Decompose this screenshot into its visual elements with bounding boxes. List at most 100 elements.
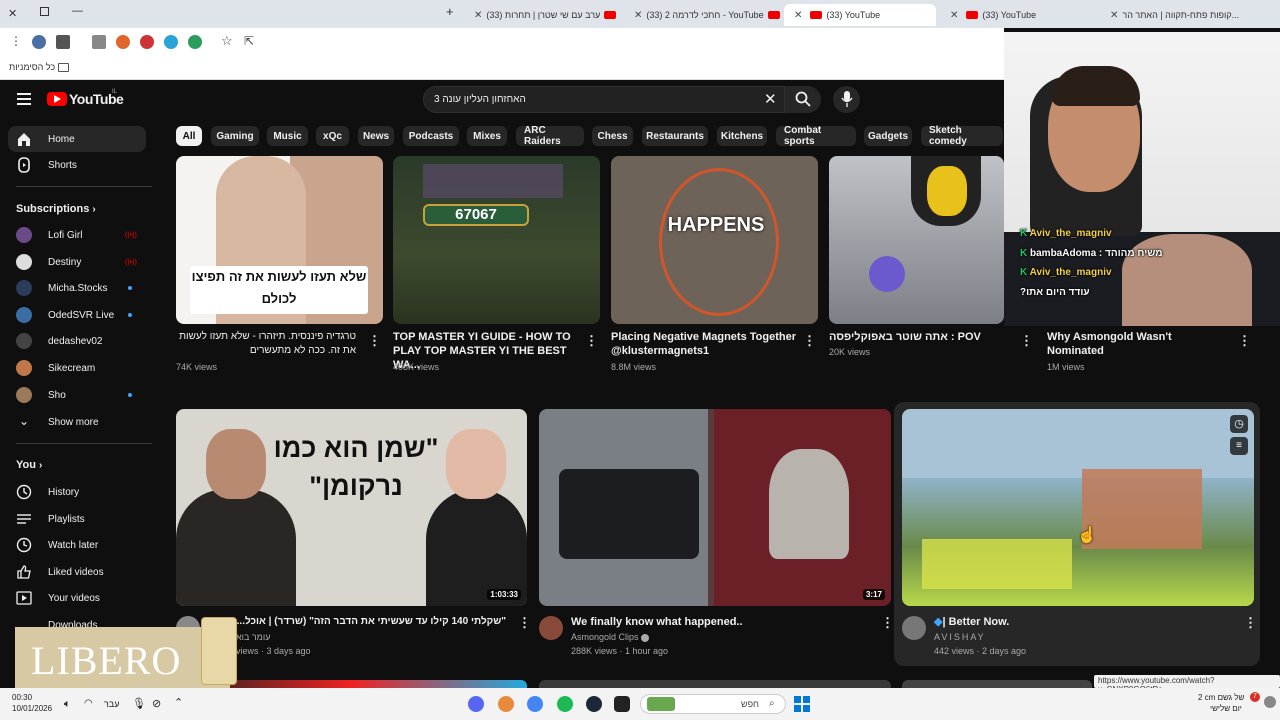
windows-start-icon[interactable] [794, 696, 810, 712]
spotify-icon[interactable] [557, 696, 573, 712]
wifi-off-icon[interactable]: ⊘ [152, 697, 161, 710]
video-thumbnail[interactable]: HAPPENS [611, 156, 818, 324]
search-input[interactable]: האחזחון העליון עונה 3 [434, 94, 526, 105]
tab-youtube-drama[interactable]: ✕ (33) חתכי לדרמה 2 - YouTube [624, 4, 780, 26]
all-bookmarks-label[interactable]: כל הסימניות [9, 62, 55, 72]
chip-podcasts[interactable]: Podcasts [403, 126, 459, 146]
watch-later-icon[interactable]: ◷ [1230, 415, 1248, 433]
more-options-icon[interactable]: ⋮ [585, 333, 598, 349]
sidebar-item-home[interactable]: Home [8, 126, 146, 152]
more-options-icon[interactable]: ⋮ [803, 333, 816, 349]
more-options-icon[interactable]: ⋮ [1244, 615, 1257, 631]
taskbar-date[interactable]: 10/01/2026 [12, 704, 52, 713]
sidebar-item-your-videos[interactable]: Your videos [0, 585, 152, 611]
chip-all[interactable]: All [176, 126, 202, 146]
chip-gaming[interactable]: Gaming [211, 126, 259, 146]
bookmark-star-icon[interactable]: ☆ [221, 33, 233, 49]
chip-restaurants[interactable]: Restaurants [642, 126, 708, 146]
video-thumbnail[interactable]: 67067 [393, 156, 600, 324]
microphone-icon[interactable]: 🎙︎ [132, 697, 146, 710]
clear-search-icon[interactable]: ✕ [764, 90, 777, 108]
terminal-icon[interactable] [614, 696, 630, 712]
chip-arc-raiders[interactable]: ARC Raiders [516, 125, 584, 147]
puzzle-icon[interactable] [92, 35, 106, 49]
steam-icon[interactable] [586, 696, 602, 712]
video-thumbnail[interactable]: ◷ ≡ [902, 409, 1254, 606]
video-title[interactable]: We finally know what happened.. [571, 615, 871, 629]
menu-dots-icon[interactable]: ⋮ [10, 34, 22, 48]
extension-icon[interactable] [140, 35, 154, 49]
tab-youtube-active[interactable]: ✕ (33) YouTube [784, 4, 936, 26]
subscriptions-heading[interactable]: Subscriptions › [16, 203, 96, 215]
discord-icon[interactable] [468, 696, 484, 712]
sidebar-item-sikecream[interactable]: Sikecream [0, 355, 152, 381]
chip-gadgets[interactable]: Gadgets [864, 126, 912, 146]
tab-youtube-2[interactable]: ✕ (33) YouTube [940, 4, 1096, 26]
chip-chess[interactable]: Chess [592, 126, 633, 146]
channel-avatar[interactable] [539, 616, 563, 640]
language-indicator[interactable]: עבר [104, 699, 119, 709]
sidebar-item-destiny[interactable]: Destiny ((•)) [0, 249, 152, 275]
weather-text[interactable]: 2 cm של גשם [1198, 693, 1244, 702]
video-title[interactable]: טרגדיה פיננסית. תיזהרו - שלא תעזו לעשות … [176, 330, 356, 358]
channel-name[interactable]: עומר בוא [236, 632, 270, 642]
sidebar-item-watch-later[interactable]: Watch later [0, 532, 152, 558]
more-options-icon[interactable]: ⋮ [881, 615, 894, 631]
close-tab-icon[interactable]: ✕ [634, 10, 642, 21]
extension-icon[interactable] [56, 35, 70, 49]
add-to-queue-icon[interactable]: ≡ [1230, 437, 1248, 455]
voice-search-button[interactable] [833, 86, 860, 113]
sidebar-item-odedsvr-live[interactable]: OdedSVR Live [0, 302, 152, 328]
channel-avatar[interactable] [902, 616, 926, 640]
chip-mixes[interactable]: Mixes [467, 126, 507, 146]
more-options-icon[interactable]: ⋮ [1020, 333, 1033, 349]
chip-combat-sports[interactable]: Combat sports [776, 125, 856, 147]
hamburger-menu-icon[interactable] [17, 93, 31, 105]
video-title[interactable]: ◆| Better Now. [934, 615, 1234, 629]
network-icon[interactable]: ◠ [84, 698, 93, 709]
search-box[interactable]: האחזחון העליון עונה 3 ✕ [423, 86, 785, 113]
close-tab-icon[interactable]: ✕ [794, 10, 802, 21]
more-options-icon[interactable]: ⋮ [368, 333, 381, 349]
chip-news[interactable]: News [358, 126, 394, 146]
video-thumbnail[interactable] [829, 156, 1004, 324]
app-icon[interactable] [498, 696, 514, 712]
chip-xqc[interactable]: xQc [316, 126, 349, 146]
share-icon[interactable]: ⇱ [244, 34, 254, 48]
sidebar-show-more[interactable]: ⌄ Show more [0, 409, 152, 435]
chevron-up-icon[interactable]: ⌃ [174, 696, 183, 709]
video-title[interactable]: Why Asmongold Wasn't Nominated [1047, 330, 1227, 358]
more-options-icon[interactable]: ⋮ [1238, 333, 1251, 349]
new-tab-icon[interactable]: + [446, 4, 454, 19]
sidebar-item-lofi-girl[interactable]: Lofi Girl ((•)) [0, 222, 152, 248]
search-button[interactable] [785, 86, 821, 113]
video-thumbnail[interactable]: שלא תעזו לעשות את זה תפיצו לכולם [176, 156, 383, 324]
video-title[interactable]: Placing Negative Magnets Together @klust… [611, 330, 801, 358]
close-window-icon[interactable]: ✕ [8, 7, 17, 20]
sidebar-item-dedashev02[interactable]: dedashev02 [0, 328, 152, 354]
video-thumbnail[interactable]: "שמן הוא כמו נרקומן" 1:03:33 [176, 409, 527, 606]
channel-name[interactable]: AVISHAY [934, 632, 986, 642]
chip-kitchens[interactable]: Kitchens [717, 126, 767, 146]
sidebar-item-shorts[interactable]: Shorts [0, 152, 152, 178]
sidebar-item-liked-videos[interactable]: Liked videos [0, 559, 152, 585]
sidebar-item-playlists[interactable]: Playlists [0, 506, 152, 532]
video-title[interactable]: "שקלתי 140 קילו עד שעשיתי את הדבר הזה" (… [206, 615, 506, 629]
close-tab-icon[interactable]: ✕ [950, 10, 958, 21]
video-thumbnail[interactable]: 3:17 [539, 409, 891, 606]
speaker-icon[interactable]: 🔈︎ [64, 698, 71, 711]
extension-icon[interactable] [188, 35, 202, 49]
extension-icon[interactable] [164, 35, 178, 49]
tab-erev-shtern[interactable]: ✕ (33) ערב עם שי שטרן | תחרות [464, 4, 620, 26]
chrome-icon[interactable] [527, 696, 543, 712]
chip-music[interactable]: Music [267, 126, 308, 146]
close-tab-icon[interactable]: ✕ [1110, 10, 1118, 21]
you-heading[interactable]: You › [16, 459, 42, 471]
sidebar-item-history[interactable]: History [0, 479, 152, 505]
profile-icon[interactable] [32, 35, 46, 49]
minimize-window-icon[interactable]: — [72, 5, 83, 17]
channel-name[interactable]: Asmongold Clips [571, 632, 650, 642]
chip-sketch-comedy[interactable]: Sketch comedy [921, 125, 1003, 147]
sidebar-item-sho[interactable]: Sho [0, 382, 152, 408]
maximize-window-icon[interactable] [40, 7, 49, 16]
